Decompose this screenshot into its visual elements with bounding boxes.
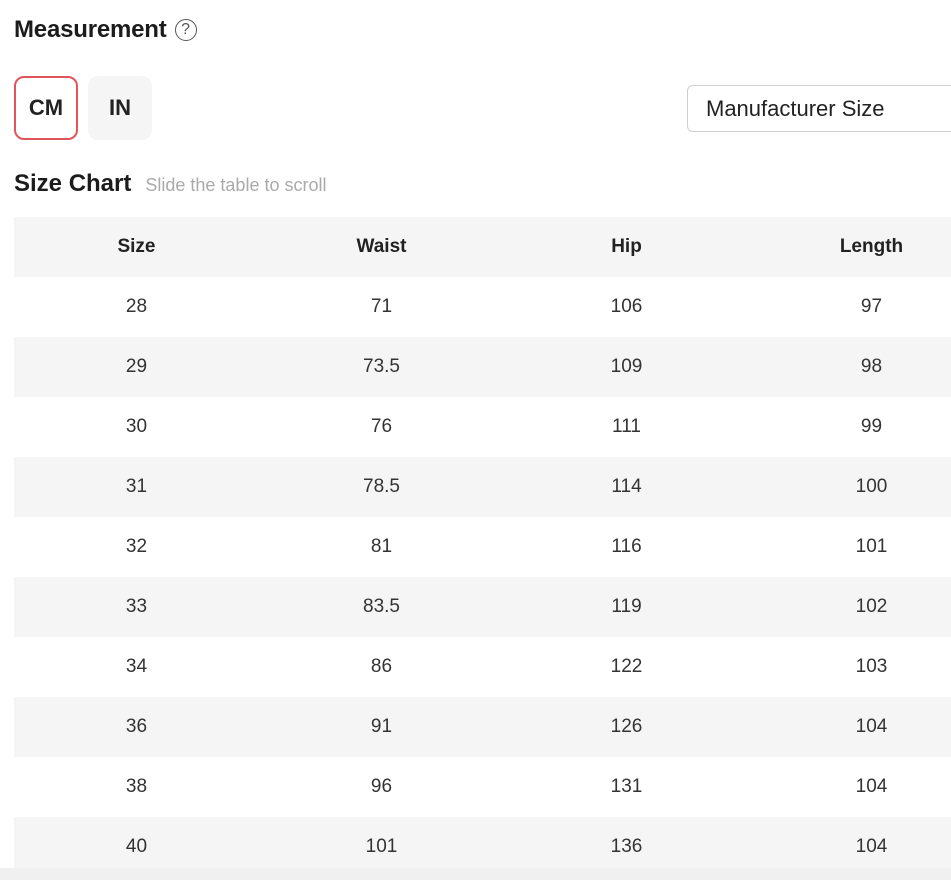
- cell-hip: 119: [504, 577, 749, 637]
- measurement-heading: Measurement ?: [14, 14, 197, 46]
- size-type-select[interactable]: Manufacturer Size: [687, 85, 951, 132]
- cell-waist: 76: [370, 416, 393, 437]
- cell-length: 104: [749, 697, 951, 757]
- cell-hip: 111: [612, 416, 641, 437]
- cell-size: 28: [125, 296, 148, 317]
- size-type-select-value: Manufacturer Size: [706, 95, 885, 121]
- question-circle-icon[interactable]: ?: [174, 19, 197, 41]
- cell-waist: 91: [259, 697, 504, 757]
- unit-toggle: CM IN: [14, 76, 152, 140]
- cell-length: 97: [860, 296, 883, 317]
- cell-length: 99: [860, 416, 883, 437]
- header-waist: Waist: [259, 217, 504, 277]
- cell-size: 29: [14, 337, 259, 397]
- cell-waist: 81: [370, 536, 393, 557]
- cell-hip: 126: [504, 697, 749, 757]
- header-size: Size: [14, 217, 259, 277]
- measurement-title: Measurement: [14, 16, 167, 43]
- header-hip: Hip: [504, 217, 749, 277]
- unit-cm-button[interactable]: CM: [14, 76, 78, 140]
- cell-waist: 71: [370, 296, 393, 317]
- cell-hip: 114: [504, 457, 749, 517]
- cell-hip: 122: [610, 656, 643, 677]
- cell-size: 34: [125, 656, 148, 677]
- cell-waist: 86: [370, 656, 393, 677]
- cell-waist: 96: [370, 776, 393, 797]
- table-row: 38 96 131 104: [14, 757, 951, 817]
- size-guide-page: Measurement ? CM IN Manufacturer Size Si…: [0, 0, 951, 880]
- cell-size: 32: [125, 536, 148, 557]
- size-table: Size Waist Hip Length 28 71 106 97 29 73…: [14, 217, 951, 877]
- cell-length: 103: [855, 656, 888, 677]
- table-row: 36 91 126 104: [14, 697, 951, 757]
- table-row: 31 78.5 114 100: [14, 457, 951, 517]
- table-header-row: Size Waist Hip Length: [14, 217, 951, 277]
- cell-size: 30: [125, 416, 148, 437]
- cell-hip: 131: [610, 776, 643, 797]
- cell-size: 36: [14, 697, 259, 757]
- cell-hip: 116: [611, 536, 642, 557]
- table-row: 29 73.5 109 98: [14, 337, 951, 397]
- table-row: 28 71 106 97: [14, 277, 951, 337]
- table-row: 30 76 111 99: [14, 397, 951, 457]
- cell-size: 31: [14, 457, 259, 517]
- unit-in-button[interactable]: IN: [88, 76, 152, 140]
- size-table-scroll[interactable]: Size Waist Hip Length 28 71 106 97 29 73…: [14, 217, 951, 877]
- size-chart-hint: Slide the table to scroll: [145, 175, 327, 195]
- cell-length: 101: [855, 536, 888, 557]
- size-chart-heading: Size Chart Slide the table to scroll: [14, 170, 326, 198]
- cell-waist: 73.5: [259, 337, 504, 397]
- cell-length: 102: [749, 577, 951, 637]
- table-row: 32 81 116 101: [14, 517, 951, 577]
- table-row: 34 86 122 103: [14, 637, 951, 697]
- cell-length: 98: [749, 337, 951, 397]
- cell-hip: 106: [610, 296, 643, 317]
- cell-length: 100: [749, 457, 951, 517]
- cell-waist: 78.5: [259, 457, 504, 517]
- cell-size: 38: [125, 776, 148, 797]
- cell-waist: 83.5: [259, 577, 504, 637]
- cell-hip: 109: [504, 337, 749, 397]
- table-row: 33 83.5 119 102: [14, 577, 951, 637]
- cell-size: 33: [14, 577, 259, 637]
- header-length: Length: [749, 217, 951, 277]
- horizontal-scrollbar[interactable]: [0, 868, 951, 880]
- cell-length: 104: [855, 776, 888, 797]
- size-chart-title: Size Chart: [14, 170, 132, 197]
